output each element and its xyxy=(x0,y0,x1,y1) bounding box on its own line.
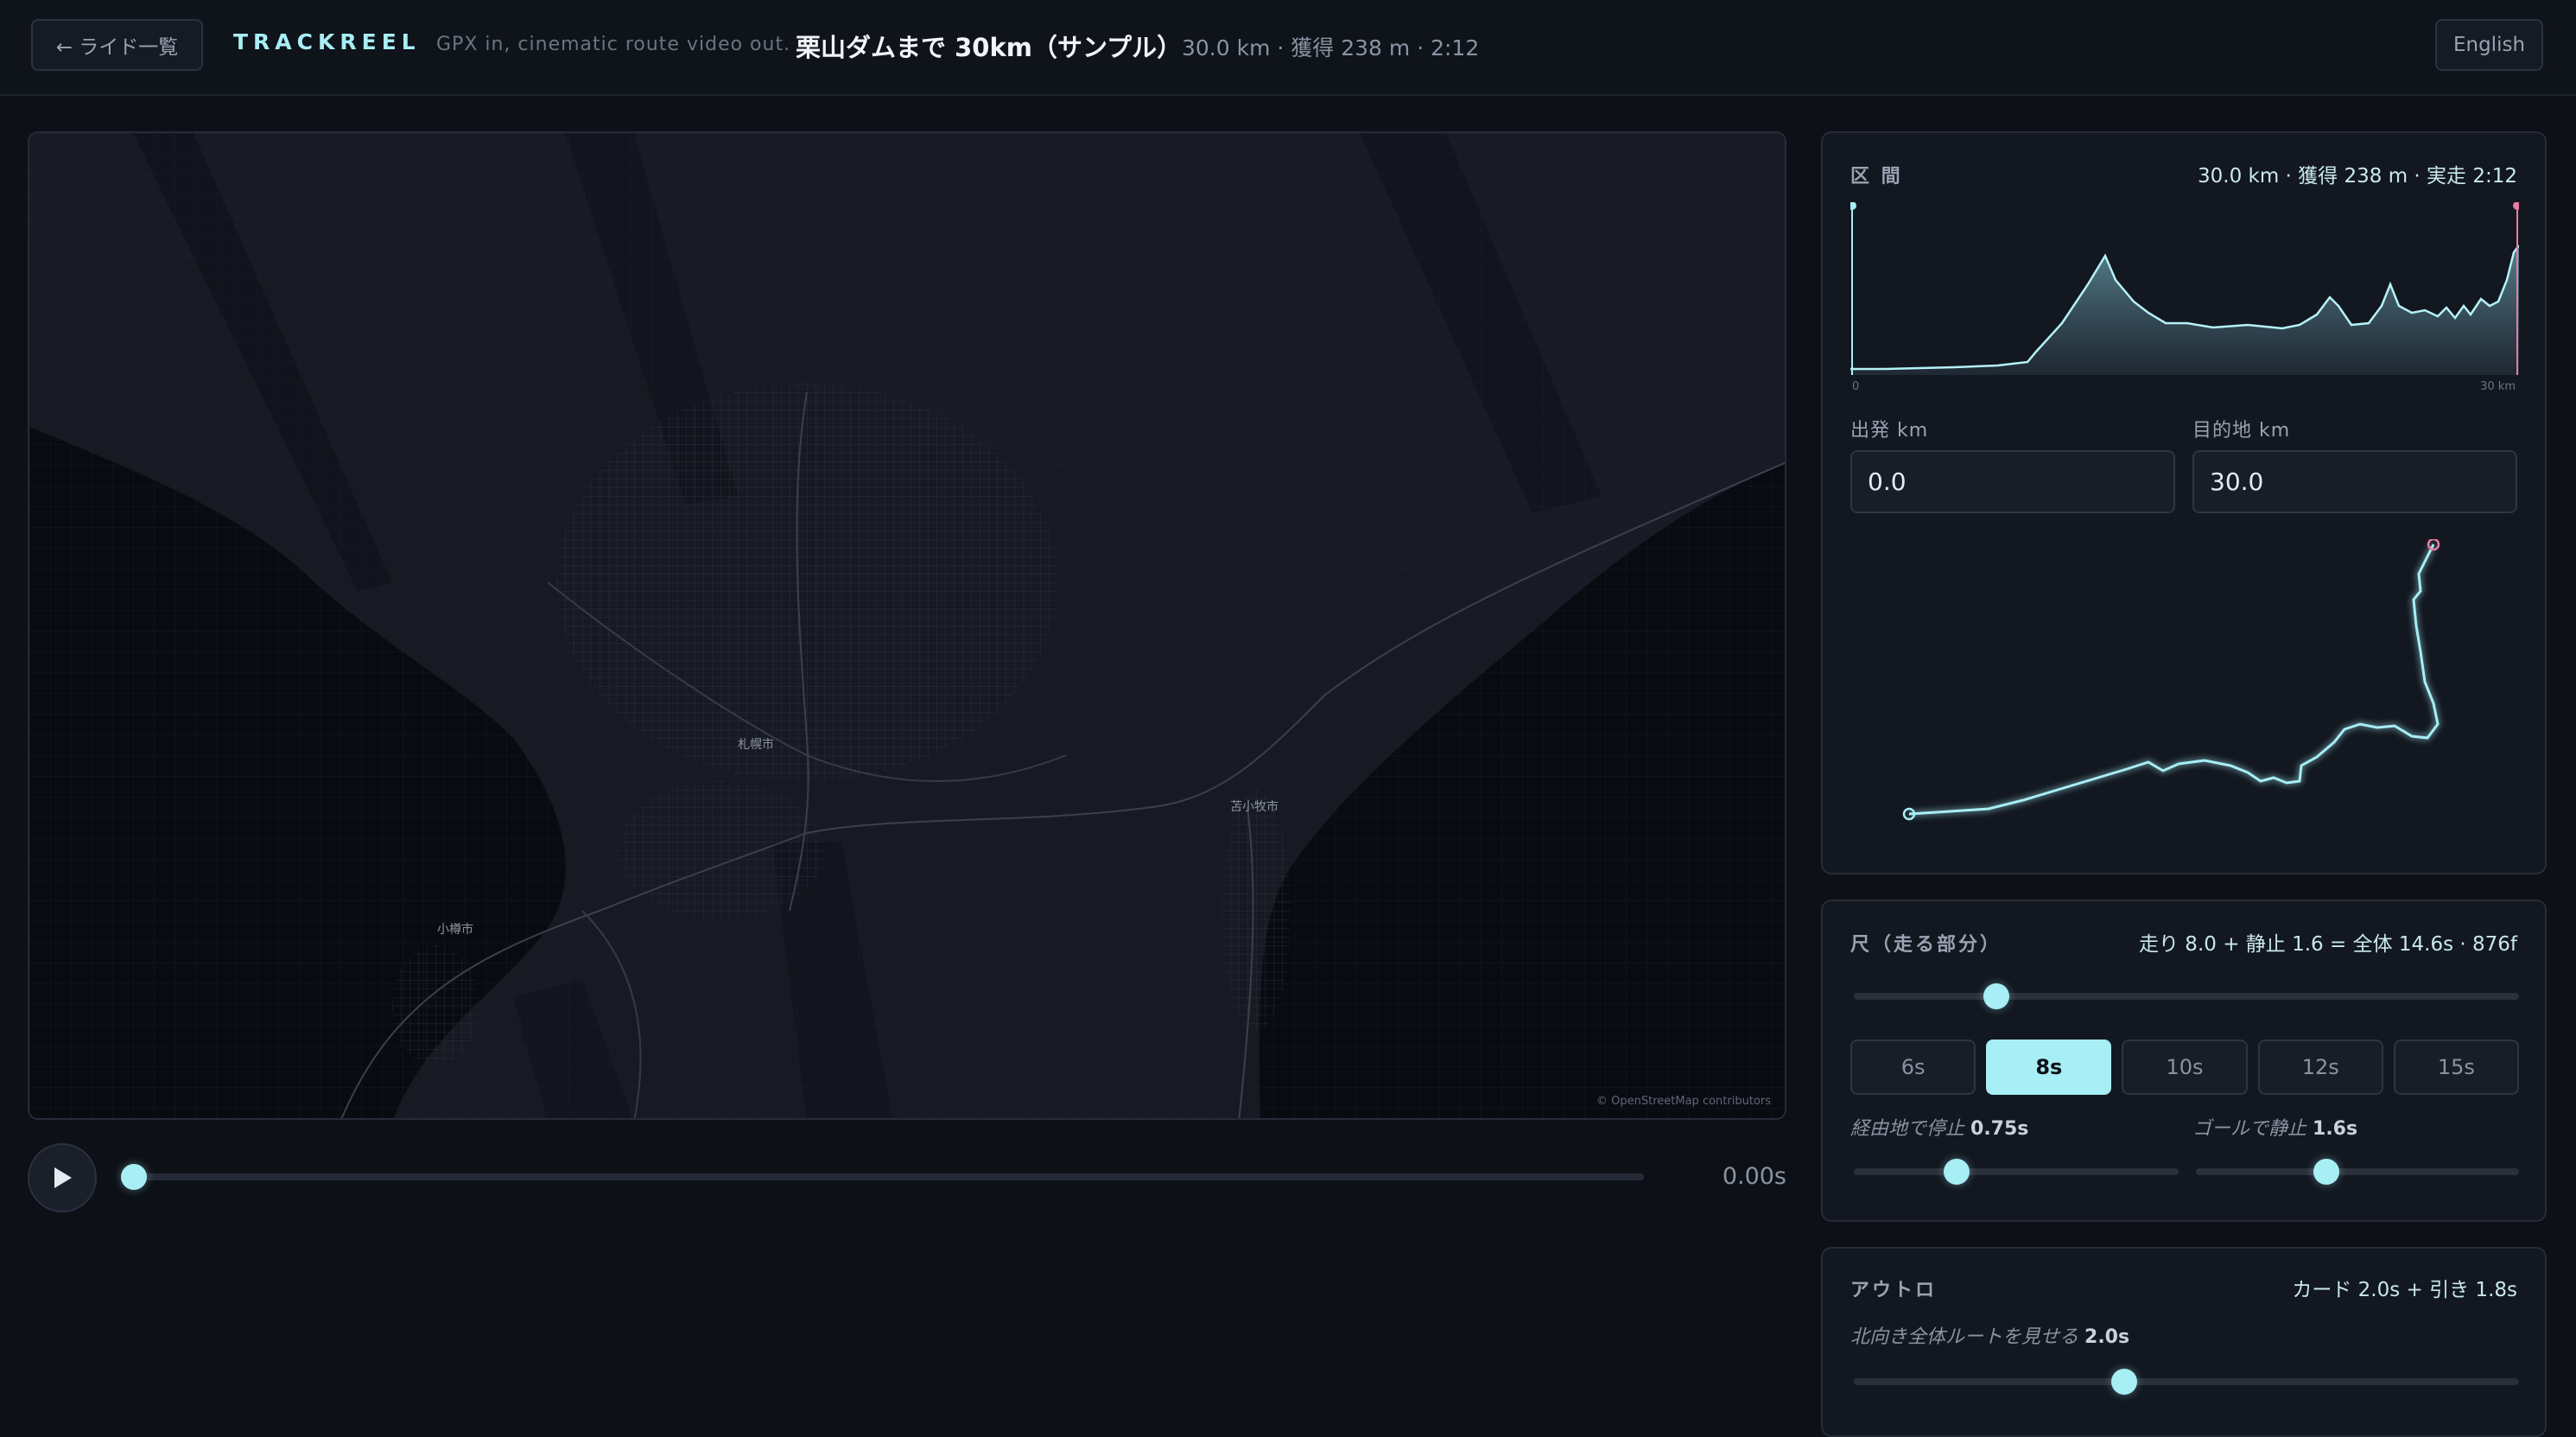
preset-15s-button[interactable]: 15s xyxy=(2393,1040,2520,1095)
waypoint-stop-handle[interactable] xyxy=(1944,1159,1970,1185)
ride-stats: 30.0 km · 獲得 238 m · 2:12 xyxy=(1182,35,1480,60)
brand-logo: TRACKREEL xyxy=(233,29,421,54)
waypoint-stop-slider[interactable] xyxy=(1854,1159,2179,1185)
duration-presets: 6s 8s 10s 12s 15s xyxy=(1850,1040,2520,1095)
map-attribution[interactable]: © OpenStreetMap contributors xyxy=(1596,1095,1771,1108)
preset-8s-button[interactable]: 8s xyxy=(1986,1040,2112,1095)
north-view-value: 2.0s xyxy=(2084,1326,2130,1348)
segment-panel: 区 間 30.0 km · 獲得 238 m · 実走 2:12 0 30 km… xyxy=(1821,131,2547,874)
run-duration-handle[interactable] xyxy=(1983,983,2009,1009)
north-view-slider[interactable] xyxy=(1854,1369,2519,1395)
play-icon xyxy=(54,1167,72,1188)
waypoint-stop-value: 0.75s xyxy=(1970,1118,2029,1140)
goal-stop-handle[interactable] xyxy=(2313,1159,2339,1185)
goal-stop-value: 1.6s xyxy=(2313,1118,2358,1140)
ride-title: 栗山ダムまで 30km（サンプル） xyxy=(796,33,1183,62)
preset-6s-button[interactable]: 6s xyxy=(1850,1040,1976,1095)
outro-panel: アウトロ カード 2.0s + 引き 1.8s 北向き全体ルートを見せる 2.0… xyxy=(1821,1247,2547,1437)
duration-label: 尺（走る部分） xyxy=(1850,934,2002,956)
end-km-label: 目的地 km xyxy=(2192,420,2291,442)
outro-label: アウトロ xyxy=(1850,1280,1938,1301)
map-canvas: 札幌市 苫小牧市 小樽市 xyxy=(29,133,1785,1118)
run-duration-slider[interactable] xyxy=(1854,983,2519,1009)
timeline-handle[interactable] xyxy=(121,1164,147,1190)
language-toggle-button[interactable]: English xyxy=(2435,19,2543,71)
start-km-input[interactable]: 0.0 xyxy=(1850,450,2175,513)
route-preview xyxy=(1902,539,2440,821)
play-button[interactable] xyxy=(28,1143,97,1212)
segment-summary: 30.0 km · 獲得 238 m · 実走 2:12 xyxy=(2198,165,2517,188)
duration-panel: 尺（走る部分） 走り 8.0 + 静止 1.6 = 全体 14.6s · 876… xyxy=(1821,900,2547,1222)
playback-timeline[interactable] xyxy=(121,1164,1644,1190)
waypoint-stop-label: 経由地で停止 0.75s xyxy=(1850,1118,2029,1140)
elevation-axis-end: 30 km xyxy=(2480,380,2516,393)
goal-stop-label: ゴールで静止 1.6s xyxy=(2192,1118,2358,1140)
duration-summary: 走り 8.0 + 静止 1.6 = 全体 14.6s · 876f xyxy=(2139,933,2517,956)
goal-stop-slider[interactable] xyxy=(2196,1159,2519,1185)
playback-time: 0.00s xyxy=(1722,1163,1786,1190)
elevation-axis-start: 0 xyxy=(1852,380,1860,393)
start-km-label: 出発 km xyxy=(1850,420,1929,442)
north-view-label: 北向き全体ルートを見せる 2.0s xyxy=(1850,1326,2130,1348)
map-label-tomakomai: 苫小牧市 xyxy=(1230,799,1278,814)
back-to-rides-button[interactable]: ← ライド一覧 xyxy=(31,19,203,71)
tagline: GPX in, cinematic route video out. xyxy=(436,34,791,55)
map-label-otaru: 小樽市 xyxy=(437,922,473,937)
segment-label: 区 間 xyxy=(1850,166,1903,188)
end-km-input[interactable]: 30.0 xyxy=(2192,450,2517,513)
north-view-handle[interactable] xyxy=(2111,1369,2137,1395)
elevation-profile[interactable] xyxy=(1850,202,2519,375)
preset-10s-button[interactable]: 10s xyxy=(2122,1040,2248,1095)
map-view[interactable]: 札幌市 苫小牧市 小樽市 © OpenStreetMap contributor… xyxy=(28,131,1786,1120)
preset-12s-button[interactable]: 12s xyxy=(2257,1040,2383,1095)
outro-summary: カード 2.0s + 引き 1.8s xyxy=(2292,1279,2517,1301)
top-bar: ← ライド一覧 TRACKREEL GPX in, cinematic rout… xyxy=(0,0,2576,96)
map-label-sapporo: 札幌市 xyxy=(738,737,774,752)
